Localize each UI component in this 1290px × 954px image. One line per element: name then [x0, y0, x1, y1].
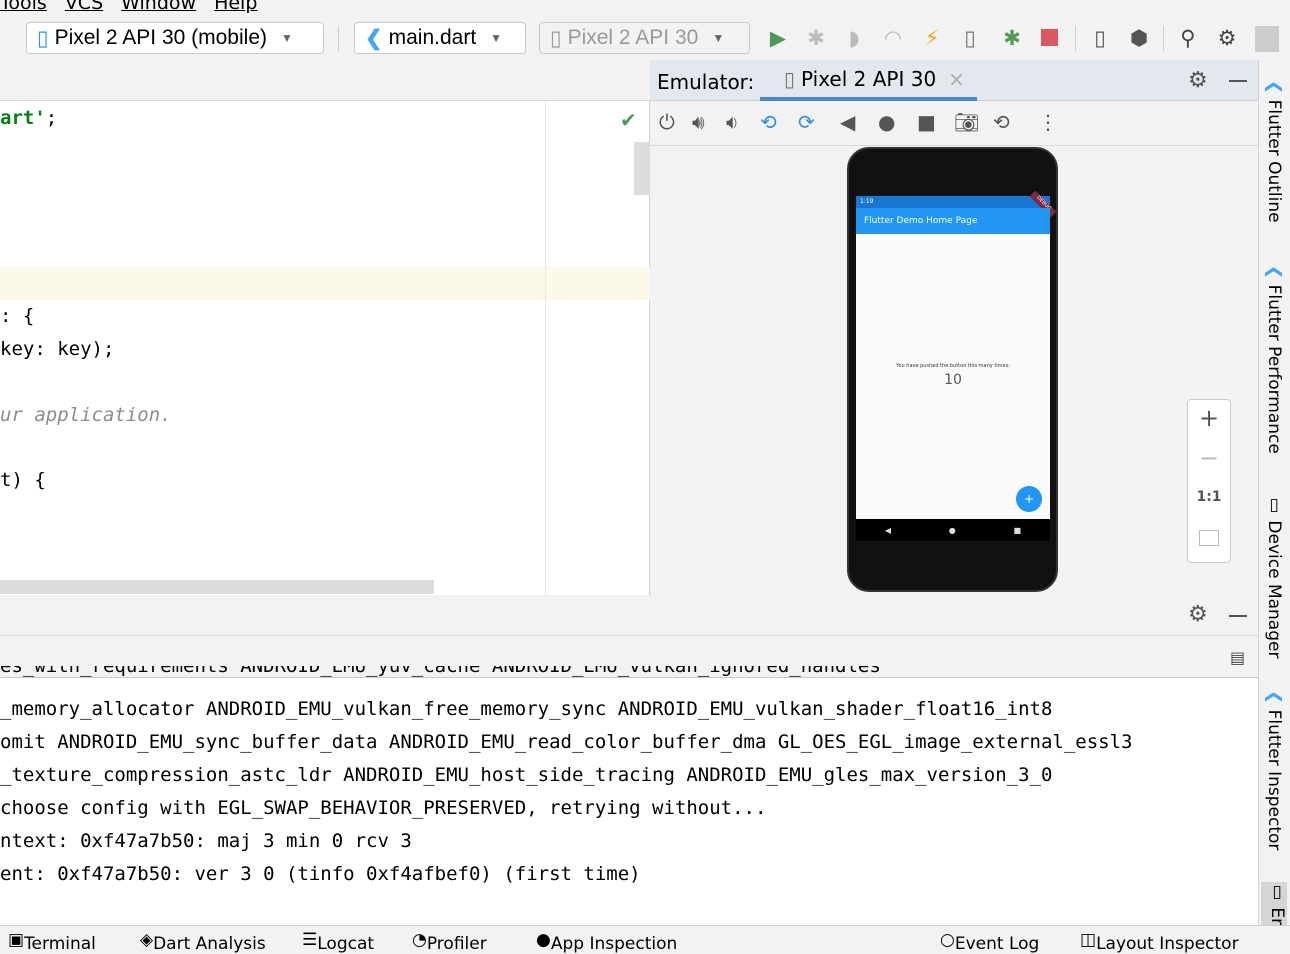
settings-icon[interactable]: ⚙ [1214, 26, 1240, 50]
emulator-label: Emulator: [657, 70, 755, 94]
back-icon[interactable]: ◀ [840, 110, 855, 134]
profiler-tab[interactable]: ◔ Profiler [412, 930, 487, 954]
log-line: omit ANDROID_EMU_sync_buffer_data ANDROI… [0, 731, 1133, 753]
sidebar-flutter-performance[interactable]: ❮ Flutter Performance [1264, 265, 1284, 454]
volume-up-icon[interactable]: 🔊︎ [692, 110, 705, 134]
flutter-icon: ❮ [365, 26, 383, 50]
menu-vcs[interactable]: VCS [65, 0, 103, 14]
layout-options-icon[interactable]: ▤ [1230, 648, 1245, 667]
status-bar: 1:19 [856, 196, 1050, 208]
power-icon[interactable]: ⏻ [659, 110, 675, 134]
log-line: _memory_allocator ANDROID_EMU_vulkan_fre… [0, 698, 1053, 720]
zoom-out-button[interactable]: − [1187, 444, 1231, 472]
sdk-manager-icon[interactable]: ⬢ [1126, 26, 1152, 50]
chevron-down-icon: ▼ [281, 31, 293, 45]
right-margin [545, 101, 546, 595]
no-problems-check-icon: ✔ [620, 108, 637, 132]
settings-icon[interactable]: ⚙ [1188, 602, 1208, 627]
emulator-tab[interactable]: ▯ Pixel 2 API 30 × [760, 60, 977, 101]
event-log-tab[interactable]: ○ Event Log [940, 930, 1039, 954]
rotate-left-icon[interactable]: ⟲ [760, 110, 777, 134]
menu-window[interactable]: Window [121, 0, 196, 14]
phone-screen[interactable] [856, 196, 1050, 519]
log-line: ntext: 0xf47a7b50: maj 3 min 0 rcv 3 [0, 830, 412, 852]
code-editor[interactable] [0, 60, 650, 595]
overview-icon[interactable]: ■ [917, 110, 936, 134]
coverage-icon[interactable]: ◗ [841, 26, 867, 50]
vertical-scrollbar[interactable] [634, 142, 650, 195]
counter-value: 10 [944, 372, 962, 388]
sidebar-flutter-inspector[interactable]: ❮ Flutter Inspector [1264, 690, 1284, 850]
device-icon: ▯ [784, 66, 796, 91]
code-line: art'; [0, 107, 58, 129]
flutter-icon: ❮ [1264, 80, 1284, 100]
current-line-highlight [0, 267, 650, 300]
app-inspection-tab[interactable]: ● App Inspection [536, 930, 677, 954]
nav-home-icon[interactable]: ● [949, 526, 956, 535]
zoom-in-button[interactable]: + [1187, 404, 1231, 432]
log-line: ent: 0xf47a7b50: ver 3 0 (tinfo 0xf4afbe… [0, 863, 641, 885]
counter-message: You have pushed the button this many tim… [896, 363, 1010, 369]
logcat-tab[interactable]: ☰ Logcat [302, 930, 374, 954]
minimize-icon[interactable] [1229, 80, 1247, 82]
run-icon[interactable]: ▶ [765, 26, 791, 50]
emulator-icon: ▯ [1267, 882, 1287, 908]
device-selector[interactable]: ▯ Pixel 2 API 30 (mobile) ▼ [26, 22, 324, 54]
run-config-selector[interactable]: ❮ main.dart ▼ [354, 22, 526, 54]
flutter-icon: ❮ [1264, 265, 1284, 285]
screenshot-icon[interactable]: 📷︎ [954, 110, 979, 134]
menu-tools[interactable]: Tools [0, 0, 47, 14]
code-line: key: key); [0, 338, 115, 360]
horizontal-scrollbar[interactable] [0, 580, 434, 594]
profile-icon[interactable]: ◠ [880, 26, 906, 50]
stop-icon[interactable] [1041, 29, 1058, 46]
menu-help[interactable]: Help [214, 0, 257, 14]
snapshot-icon[interactable]: ⟲ [993, 110, 1010, 134]
layout-inspector-tab[interactable]: ◫ Layout Inspector [1080, 930, 1239, 954]
fit-screen-icon[interactable] [1199, 530, 1219, 546]
code-line: : { [0, 305, 35, 327]
rotate-right-icon[interactable]: ⟳ [798, 110, 815, 134]
code-comment: ur application. [0, 404, 172, 426]
sidebar-device-manager[interactable]: ▯ Device Manager [1264, 495, 1284, 658]
search-icon[interactable]: ⚲ [1175, 26, 1201, 50]
nav-bar: ◀ ● ■ [856, 519, 1050, 541]
log-line: choose config with EGL_SWAP_BEHAVIOR_PRE… [0, 797, 767, 819]
nav-back-icon[interactable]: ◀ [885, 526, 891, 535]
log-line: es_with_requirements ANDROID_EMU_yuv_cac… [0, 666, 881, 677]
hot-restart-icon[interactable]: ▯ [957, 26, 983, 50]
device-icon: ▯ [550, 26, 562, 50]
terminal-tab[interactable]: ▣ Terminal [8, 930, 96, 954]
flutter-icon: ❮ [1264, 690, 1284, 710]
hot-reload-icon[interactable]: ⚡ [919, 26, 945, 50]
sidebar-flutter-outline[interactable]: ❮ Flutter Outline [1264, 80, 1284, 223]
chevron-down-icon: ▼ [712, 31, 725, 45]
chevron-down-icon: ▼ [490, 31, 503, 45]
device-manager-icon[interactable]: ▯ [1087, 26, 1113, 50]
more-icon[interactable]: ⋮ [1038, 110, 1058, 134]
dart-analysis-tab[interactable]: ◈ Dart Analysis [140, 930, 266, 954]
run-panel-header [0, 595, 1258, 636]
phone-icon: ▯ [37, 26, 49, 50]
editor-tabs [0, 60, 650, 101]
avatar-icon[interactable] [1255, 26, 1279, 52]
nav-recents-icon[interactable]: ■ [1014, 526, 1022, 535]
target-selector[interactable]: ▯ Pixel 2 API 30 ▼ [539, 22, 750, 54]
log-line: _texture_compression_astc_ldr ANDROID_EM… [0, 764, 1053, 786]
minimize-icon[interactable] [1229, 615, 1247, 617]
zoom-actual-button[interactable]: 1:1 [1187, 489, 1231, 505]
device-icon: ▯ [1264, 495, 1284, 521]
volume-down-icon[interactable]: 🔉︎ [726, 110, 739, 134]
code-line: t) { [0, 469, 46, 491]
attach-debugger-icon[interactable]: ✱ [999, 26, 1025, 50]
sidebar-emulator[interactable]: ▯ Em [1261, 882, 1287, 935]
menu-bar: Tools VCS Window Help [0, 0, 257, 14]
home-icon[interactable]: ● [878, 110, 895, 134]
increment-fab[interactable]: + [1016, 486, 1042, 512]
settings-icon[interactable]: ⚙ [1188, 68, 1208, 93]
debug-icon[interactable]: ✱ [803, 26, 829, 50]
close-icon[interactable]: × [948, 67, 965, 91]
tool-window-bar: ▣ Terminal ◈ Dart Analysis ☰ Logcat ◔ Pr… [0, 925, 1290, 954]
app-bar-title: Flutter Demo Home Page [856, 208, 1050, 234]
